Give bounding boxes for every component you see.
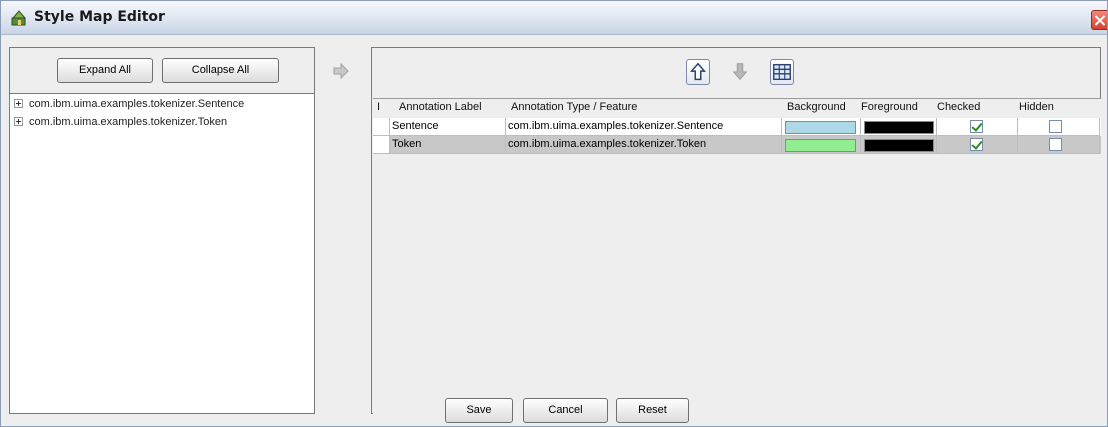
style-map-editor-window: Style Map Editor Expand All Collapse All… bbox=[0, 0, 1108, 427]
type-tree[interactable]: com.ibm.uima.examples.tokenizer.Sentence… bbox=[9, 93, 315, 414]
move-down-button[interactable] bbox=[728, 59, 752, 85]
type-cell[interactable]: com.ibm.uima.examples.tokenizer.Token bbox=[506, 136, 782, 154]
hidden-checkbox[interactable] bbox=[1049, 138, 1062, 151]
column-header-marker[interactable]: I bbox=[377, 101, 380, 113]
column-header-type[interactable]: Annotation Type / Feature bbox=[511, 101, 637, 113]
tree-item-label: com.ibm.uima.examples.tokenizer.Token bbox=[29, 116, 228, 128]
table-row[interactable]: Token com.ibm.uima.examples.tokenizer.To… bbox=[373, 136, 1101, 154]
background-swatch[interactable] bbox=[785, 121, 856, 134]
reset-button[interactable]: Reset bbox=[616, 398, 689, 423]
checked-cell[interactable] bbox=[937, 136, 1018, 154]
foreground-swatch[interactable] bbox=[864, 139, 934, 152]
table-options-button[interactable] bbox=[770, 59, 794, 85]
row-marker-cell[interactable] bbox=[373, 118, 390, 136]
tree-item-label: com.ibm.uima.examples.tokenizer.Sentence bbox=[29, 98, 245, 110]
tree-item[interactable]: com.ibm.uima.examples.tokenizer.Sentence bbox=[14, 98, 244, 114]
table-row[interactable]: Sentence com.ibm.uima.examples.tokenizer… bbox=[373, 118, 1101, 136]
expand-icon[interactable] bbox=[14, 117, 23, 126]
cancel-button[interactable]: Cancel bbox=[523, 398, 608, 423]
hidden-cell[interactable] bbox=[1018, 136, 1100, 154]
window-title: Style Map Editor bbox=[34, 9, 165, 25]
background-cell[interactable] bbox=[782, 118, 861, 136]
checked-checkbox[interactable] bbox=[970, 120, 983, 133]
app-icon bbox=[11, 10, 27, 26]
checked-cell[interactable] bbox=[937, 118, 1018, 136]
style-table[interactable]: I Annotation Label Annotation Type / Fea… bbox=[373, 98, 1101, 414]
column-header-label[interactable]: Annotation Label bbox=[399, 101, 482, 113]
column-header-hidden[interactable]: Hidden bbox=[1019, 101, 1054, 113]
checked-checkbox[interactable] bbox=[970, 138, 983, 151]
foreground-cell[interactable] bbox=[861, 118, 937, 136]
arrow-down-icon bbox=[732, 63, 748, 81]
split-divider[interactable] bbox=[315, 47, 371, 414]
arrow-up-icon bbox=[689, 62, 707, 81]
close-button[interactable] bbox=[1091, 10, 1107, 30]
expand-all-button[interactable]: Expand All bbox=[57, 58, 153, 83]
background-cell[interactable] bbox=[782, 136, 861, 154]
label-cell[interactable]: Sentence bbox=[390, 118, 506, 136]
row-marker-cell[interactable] bbox=[373, 136, 390, 154]
foreground-swatch[interactable] bbox=[864, 121, 934, 134]
table-header: I Annotation Label Annotation Type / Fea… bbox=[373, 99, 1101, 115]
collapse-all-button[interactable]: Collapse All bbox=[162, 58, 279, 83]
column-header-checked[interactable]: Checked bbox=[937, 101, 980, 113]
label-cell[interactable]: Token bbox=[390, 136, 506, 154]
arrow-right-icon[interactable] bbox=[332, 63, 350, 79]
move-up-button[interactable] bbox=[686, 59, 710, 85]
column-header-foreground[interactable]: Foreground bbox=[861, 101, 918, 113]
column-header-background[interactable]: Background bbox=[787, 101, 846, 113]
expand-icon[interactable] bbox=[14, 99, 23, 108]
save-button[interactable]: Save bbox=[445, 398, 513, 423]
foreground-cell[interactable] bbox=[861, 136, 937, 154]
background-swatch[interactable] bbox=[785, 139, 856, 152]
title-bar[interactable]: Style Map Editor bbox=[1, 1, 1107, 35]
table-icon bbox=[773, 63, 791, 81]
hidden-cell[interactable] bbox=[1018, 118, 1100, 136]
type-cell[interactable]: com.ibm.uima.examples.tokenizer.Sentence bbox=[506, 118, 782, 136]
hidden-checkbox[interactable] bbox=[1049, 120, 1062, 133]
tree-item[interactable]: com.ibm.uima.examples.tokenizer.Token bbox=[14, 116, 227, 132]
